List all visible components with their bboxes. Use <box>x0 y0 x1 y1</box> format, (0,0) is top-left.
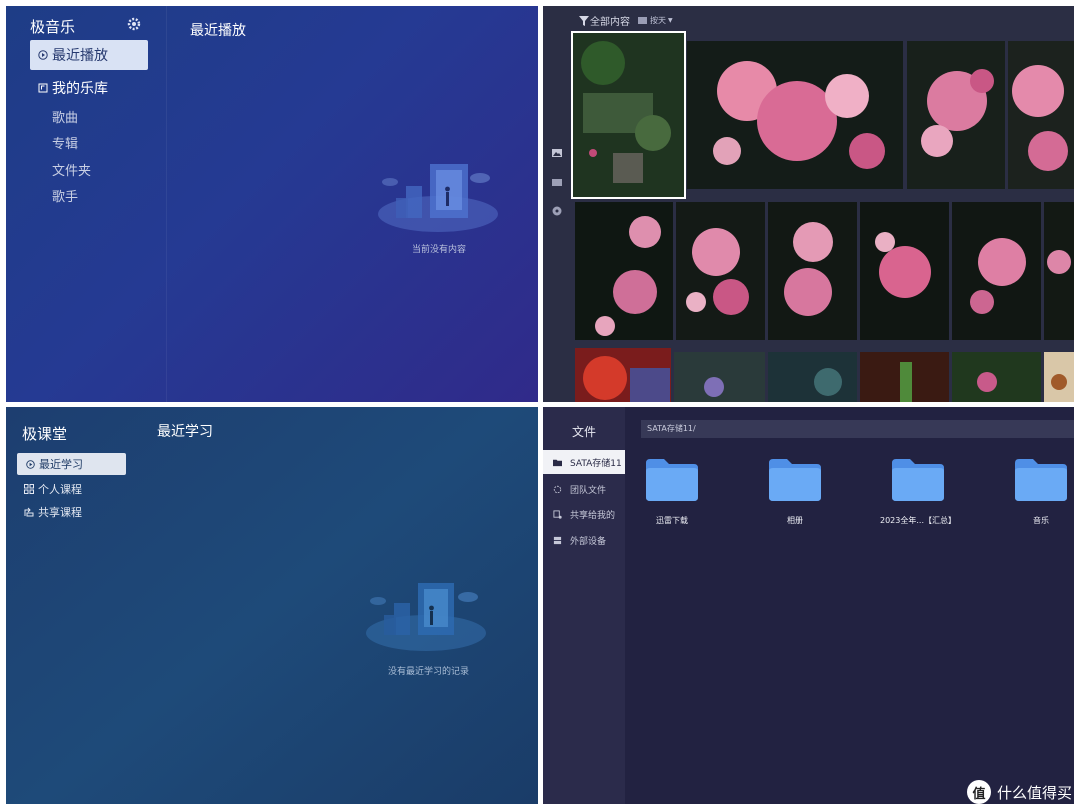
shared-icon <box>553 510 562 519</box>
photo-thumbnail[interactable] <box>1044 202 1074 340</box>
course-app-panel: 极课堂 最近学习 个人课程 共享课程 最近学习 没有最近学习的记录 <box>6 407 538 804</box>
gear-icon[interactable] <box>126 16 142 32</box>
photo-thumbnail[interactable] <box>674 352 765 402</box>
photo-thumbnail[interactable] <box>1044 352 1074 402</box>
folder-label: 迅雷下载 <box>656 516 688 525</box>
library-item-artists[interactable]: 歌手 <box>52 186 78 205</box>
image-icon[interactable] <box>552 148 562 158</box>
folder-icon[interactable] <box>1015 457 1067 501</box>
folder-icon[interactable] <box>892 457 944 501</box>
filter-bar: 全部内容 按天 ▼ <box>579 13 673 28</box>
files-sidebar: 文件 SATA存储11 团队文件 共享给我的 外部设备 <box>543 407 625 804</box>
chevron-down-icon: ▼ <box>668 17 673 24</box>
folder-icon[interactable] <box>646 457 698 501</box>
play-circle-icon <box>38 50 48 60</box>
photo-thumbnail[interactable] <box>952 202 1041 340</box>
nav-item-label: 最近学习 <box>39 458 83 471</box>
library-item-albums[interactable]: 专辑 <box>52 133 78 152</box>
course-app-title: 极课堂 <box>22 425 68 443</box>
share-icon <box>24 507 34 517</box>
page-title: 最近播放 <box>190 23 246 39</box>
nav-item-team-files[interactable]: 团队文件 <box>553 483 606 496</box>
photo-thumbnail[interactable] <box>952 352 1041 402</box>
photo-thumbnail[interactable] <box>575 202 673 340</box>
library-item-songs[interactable]: 歌曲 <box>52 107 78 126</box>
music-sidebar: 极音乐 最近播放 我的乐库 歌曲 专辑 文件夹 歌手 <box>6 6 166 402</box>
watermark: 值 什么值得买 <box>966 780 1072 804</box>
photo-thumbnail[interactable] <box>860 352 949 402</box>
filter-label[interactable]: 全部内容 <box>590 13 630 28</box>
folder-label: 2023全年...【汇总】 <box>880 516 956 525</box>
page-title: 最近学习 <box>157 424 213 440</box>
music-app-panel: 极音乐 最近播放 我的乐库 歌曲 专辑 文件夹 歌手 最近播放 当前没有内容 <box>6 6 538 402</box>
folder-label: 音乐 <box>1033 516 1049 525</box>
storage-device-icon <box>553 536 562 545</box>
photo-thumbnail[interactable] <box>907 41 1005 189</box>
nav-item-label: 共享给我的 <box>570 511 616 521</box>
empty-state-text: 当前没有内容 <box>412 245 467 255</box>
nav-item-label: SATA存储11 <box>570 458 622 469</box>
nav-item-label: 个人课程 <box>38 483 82 496</box>
nav-item-recent-study[interactable]: 最近学习 <box>17 453 126 475</box>
photo-thumbnail[interactable] <box>676 202 765 340</box>
play-circle-icon <box>26 459 35 469</box>
empty-state-illustration <box>378 164 498 232</box>
nav-item-my-library[interactable]: 我的乐库 <box>38 78 108 98</box>
photo-thumbnail[interactable] <box>1008 41 1074 189</box>
compass-icon[interactable] <box>552 206 562 216</box>
grid-icon <box>24 484 34 494</box>
watermark-text: 什么值得买 <box>996 783 1072 802</box>
watermark-logo: 值 <box>966 780 991 804</box>
photos-app-panel: 全部内容 按天 ▼ <box>543 6 1074 402</box>
folder-label: 相册 <box>787 516 803 525</box>
photo-thumbnail[interactable] <box>768 202 857 340</box>
nav-item-personal-courses[interactable]: 个人课程 <box>24 481 82 497</box>
nav-item-label: 最近播放 <box>52 48 108 64</box>
photo-thumbnail[interactable] <box>687 41 903 189</box>
files-app-panel: 文件 SATA存储11 团队文件 共享给我的 外部设备 SATA存储11/ 迅雷… <box>543 407 1074 804</box>
sort-dropdown[interactable]: 按天 ▼ <box>638 15 673 26</box>
sort-label: 按天 <box>650 16 666 25</box>
nav-item-sata-storage[interactable]: SATA存储11 <box>543 450 625 474</box>
sidebar-divider <box>166 6 167 402</box>
nav-item-label: 我的乐库 <box>52 81 108 97</box>
nav-item-label: 外部设备 <box>570 537 607 547</box>
photo-thumbnail[interactable] <box>575 348 671 402</box>
photo-thumbnail-selected[interactable] <box>571 31 686 199</box>
library-icon <box>38 83 48 93</box>
filter-icon[interactable] <box>579 15 589 26</box>
nav-item-recent-play[interactable]: 最近播放 <box>30 40 148 70</box>
nav-item-external-devices[interactable]: 外部设备 <box>553 534 606 547</box>
nav-item-shared-with-me[interactable]: 共享给我的 <box>553 508 615 521</box>
library-item-folders[interactable]: 文件夹 <box>52 160 91 179</box>
empty-state-text: 没有最近学习的记录 <box>388 667 470 677</box>
team-icon <box>553 485 562 494</box>
files-header: 文件 <box>572 425 597 439</box>
photo-thumbnail[interactable] <box>860 202 949 340</box>
folder-icon[interactable] <box>769 457 821 501</box>
folder-icon <box>553 459 562 466</box>
folder-icon[interactable] <box>552 177 562 187</box>
nav-item-label: 团队文件 <box>570 486 607 496</box>
empty-state-illustration <box>366 583 486 651</box>
music-app-title: 极音乐 <box>30 18 76 36</box>
path-bar[interactable]: SATA存储11/ <box>641 420 1074 438</box>
nav-item-shared-courses[interactable]: 共享课程 <box>24 504 82 520</box>
calendar-icon <box>638 17 647 24</box>
photo-thumbnail[interactable] <box>768 352 857 402</box>
watermark-logo-char: 值 <box>972 786 986 802</box>
nav-item-label: 共享课程 <box>38 506 82 519</box>
